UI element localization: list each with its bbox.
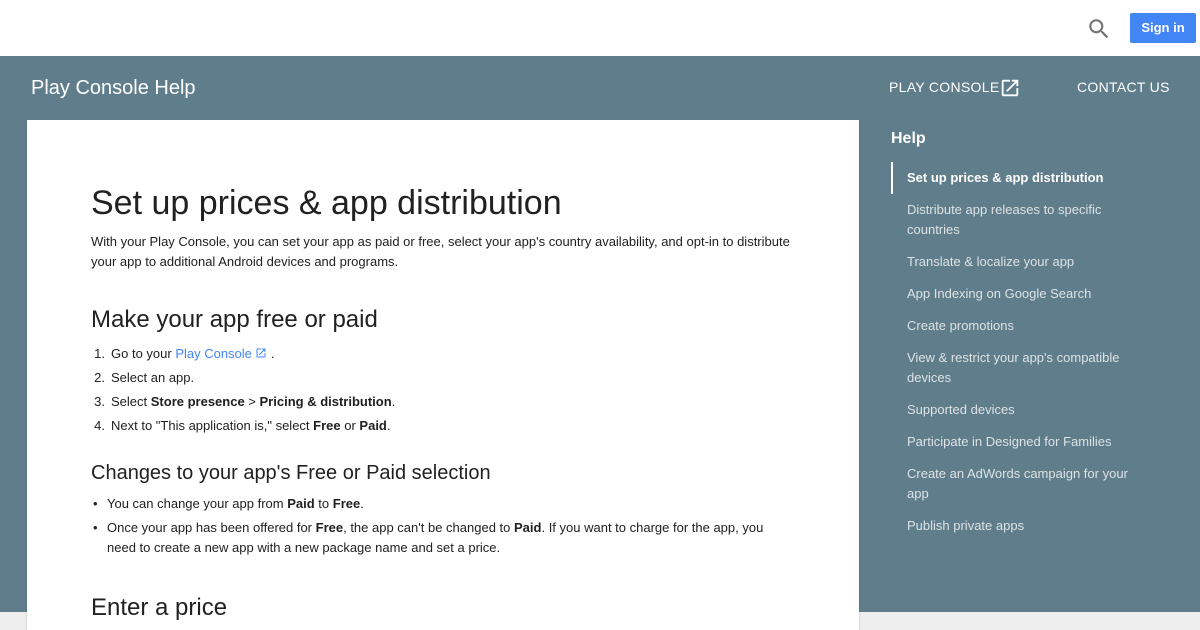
changes-list: You can change your app from Paid to Fre… [91,494,791,562]
step-number: 3. [94,394,105,409]
step-text: Next to "This application is," select [111,418,314,433]
section-heading-free-or-paid: Make your app free or paid [91,306,378,333]
steps-list: 1. Go to your Play Console. 2. Select an… [91,342,791,438]
help-nav: Set up prices & app distribution Distrib… [891,162,1151,548]
help-nav-item[interactable]: Supported devices [891,400,1151,420]
bullet-text: . [360,496,364,511]
open-in-new-icon[interactable] [255,343,267,358]
list-item: Once your app has been offered for Free,… [91,518,791,558]
help-nav-item[interactable]: View & restrict your app's compatible de… [891,348,1151,388]
step-number: 1. [94,346,105,361]
section-heading-enter-price: Enter a price [91,594,228,621]
bold-text: Store presence [150,394,245,409]
step-text: . [391,394,396,409]
help-nav-item[interactable]: Create promotions [891,316,1151,336]
sign-in-button[interactable]: Sign in [1130,13,1196,43]
help-nav-item[interactable]: Create an AdWords campaign for your app [891,464,1151,504]
help-nav-item[interactable]: Distribute app releases to specific coun… [891,200,1151,240]
help-nav-item[interactable]: Participate in Designed for Families [891,432,1151,452]
product-title[interactable]: Play Console Help [31,77,196,100]
bold-text: Paid [359,418,387,433]
list-item: 3. Select Store presence > Pricing & dis… [91,390,791,414]
bold-text: Paid [287,496,315,511]
step-text: or [340,418,360,433]
bullet-text: , the app can't be changed to [343,520,514,535]
step-text: . [270,346,275,361]
top-bar: Sign in [0,0,1200,56]
search-icon[interactable] [1086,16,1112,42]
article-card: Set up prices & app distribution With yo… [27,120,859,630]
contact-us-link[interactable]: CONTACT US [1077,79,1170,95]
play-console-article-link[interactable]: Play Console [175,346,252,361]
help-nav-item[interactable]: App Indexing on Google Search [891,284,1151,304]
help-nav-item[interactable]: Set up prices & app distribution [891,162,1151,194]
help-nav-item[interactable]: Publish private apps [891,516,1151,536]
step-text: . [386,418,391,433]
step-number: 4. [94,418,105,433]
list-item: 4. Next to "This application is," select… [91,414,791,438]
bold-text: Pricing & distribution [259,394,392,409]
list-item: You can change your app from Paid to Fre… [91,494,791,514]
step-text: Select an app. [111,370,195,385]
bullet-text: to [314,496,333,511]
step-text: Go to your [111,346,176,361]
section-heading-changes: Changes to your app's Free or Paid selec… [91,462,491,484]
play-console-link[interactable]: PLAY CONSOLE [889,79,999,95]
step-text: > [244,394,260,409]
bullet-text: You can change your app from [107,496,288,511]
bold-text: Paid [514,520,542,535]
bullet-text: Once your app has been offered for [107,520,316,535]
open-in-new-icon[interactable] [999,77,1021,99]
list-item: 1. Go to your Play Console. [91,342,791,366]
step-number: 2. [94,370,105,385]
intro-paragraph: With your Play Console, you can set your… [91,234,790,269]
help-nav-heading: Help [891,130,926,147]
help-nav-item[interactable]: Translate & localize your app [891,252,1151,272]
page-title: Set up prices & app distribution [91,184,562,222]
bold-text: Free [332,496,361,511]
step-text: Select [111,394,151,409]
bold-text: Free [315,520,344,535]
bold-text: Free [313,418,341,433]
list-item: 2. Select an app. [91,366,791,390]
